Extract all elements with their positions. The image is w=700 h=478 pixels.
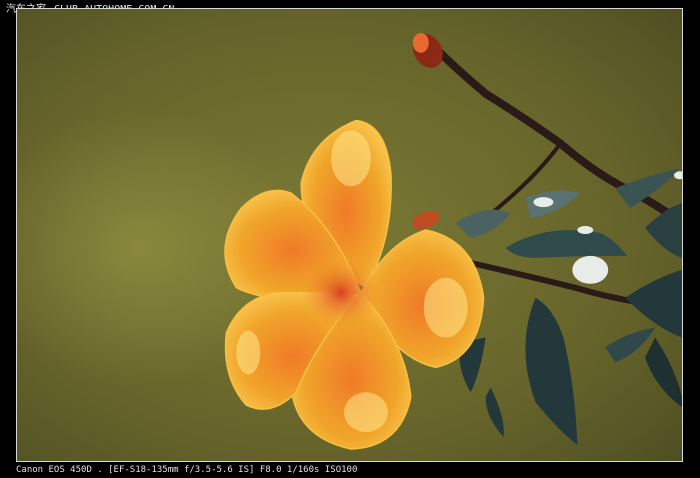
photo-frame (16, 8, 683, 462)
exif-caption: Canon EOS 450D . [EF-S18-135mm f/3.5-5.6… (16, 465, 358, 475)
flower-center (301, 257, 381, 328)
flower-photo (17, 9, 682, 461)
